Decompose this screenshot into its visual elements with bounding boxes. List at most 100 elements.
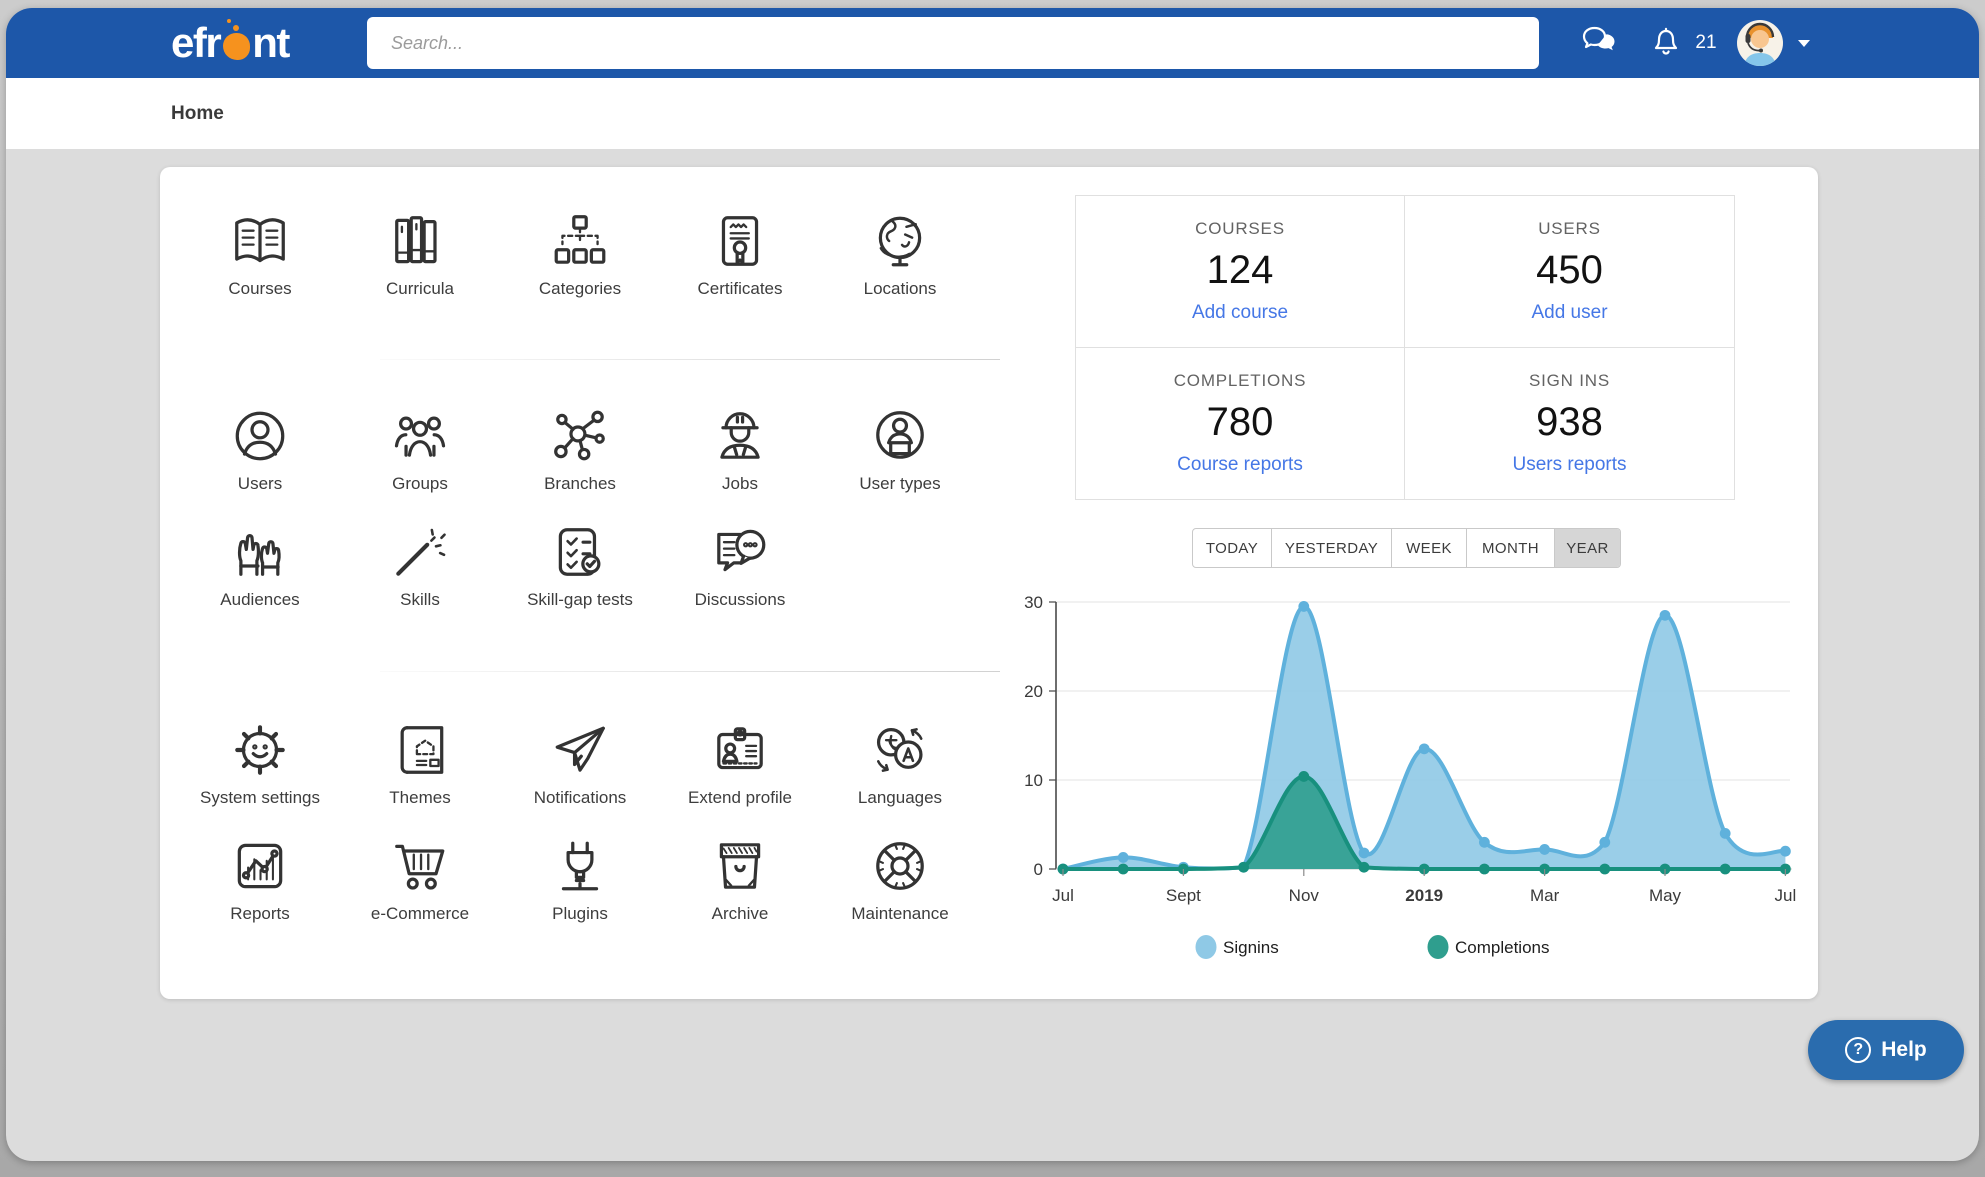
menu-item-e-commerce[interactable]: e-Commerce (340, 835, 500, 924)
messages-button[interactable] (1578, 8, 1622, 78)
menu-item-jobs[interactable]: Jobs (660, 405, 820, 494)
stat-value: 450 (1536, 248, 1603, 293)
menu-item-languages[interactable]: Languages (820, 719, 980, 808)
breadcrumb-bar: Home (6, 78, 1979, 149)
menu-item-curricula[interactable]: Curricula (340, 210, 500, 299)
menu-item-label: Audiences (220, 590, 299, 610)
reports-icon (229, 835, 291, 897)
users-icon (229, 405, 291, 467)
menu-row: Audiences Skills Skill-gap tests Discuss… (180, 521, 990, 610)
menu-item-reports[interactable]: Reports (180, 835, 340, 924)
efront-logo[interactable]: efrnt (171, 8, 289, 78)
menu-item-label: Courses (228, 279, 291, 299)
breadcrumb[interactable]: Home (171, 103, 224, 125)
menu-item-plugins[interactable]: Plugins (500, 835, 660, 924)
stat-card-courses: COURSES 124 Add course (1076, 196, 1405, 348)
menu-item-locations[interactable]: Locations (820, 210, 980, 299)
stat-link[interactable]: Add course (1192, 302, 1288, 324)
chat-bubbles-icon (1580, 24, 1620, 63)
menu-item-label: Branches (544, 474, 616, 494)
menu-item-system-settings[interactable]: System settings (180, 719, 340, 808)
y-axis-label: 30 (1024, 593, 1043, 612)
menu-item-audiences[interactable]: Audiences (180, 521, 340, 610)
x-axis-label: Jul (1052, 886, 1074, 905)
menu-section-divider (380, 671, 1000, 672)
languages-icon (869, 719, 931, 781)
completions-point (1298, 771, 1309, 782)
menu-item-skills[interactable]: Skills (340, 521, 500, 610)
signins-point (1780, 846, 1791, 857)
courses-icon (229, 210, 291, 272)
avatar-dropdown-caret[interactable] (1794, 8, 1814, 78)
stat-link[interactable]: Course reports (1177, 454, 1303, 476)
help-label: Help (1881, 1038, 1927, 1062)
menu-item-label: Maintenance (851, 904, 948, 924)
help-button[interactable]: ? Help (1808, 1020, 1964, 1080)
logo-text-pre: efr (171, 19, 220, 67)
menu-item-label: System settings (200, 788, 320, 808)
menu-item-users[interactable]: Users (180, 405, 340, 494)
x-axis-label: May (1649, 886, 1682, 905)
maintenance-icon (869, 835, 931, 897)
signins-point (1359, 848, 1370, 859)
signins-point (1479, 837, 1490, 848)
menu-item-label: Languages (858, 788, 942, 808)
skill-gap-tests-icon (549, 521, 611, 583)
signins-point (1599, 837, 1610, 848)
notification-count[interactable]: 21 (1686, 8, 1726, 78)
legend-label-completions: Completions (1455, 938, 1550, 957)
completions-point (1238, 862, 1249, 873)
menu-item-label: Themes (389, 788, 450, 808)
stat-label: SIGN INS (1529, 371, 1610, 391)
chevron-down-icon (1798, 40, 1810, 47)
menu-item-notifications[interactable]: Notifications (500, 719, 660, 808)
menu-item-categories[interactable]: Categories (500, 210, 660, 299)
signins-point (1660, 610, 1671, 621)
search-input[interactable] (367, 17, 1539, 69)
menu-item-archive[interactable]: Archive (660, 835, 820, 924)
completions-point (1479, 864, 1490, 875)
menu-item-themes[interactable]: Themes (340, 719, 500, 808)
menu-item-extend-profile[interactable]: Extend profile (660, 719, 820, 808)
completions-point (1720, 864, 1731, 875)
menu-item-label: Archive (712, 904, 769, 924)
y-axis-label: 20 (1024, 682, 1043, 701)
menu-item-courses[interactable]: Courses (180, 210, 340, 299)
tab-week[interactable]: WEEK (1391, 529, 1466, 567)
menu-item-label: Plugins (552, 904, 608, 924)
menu-item-maintenance[interactable]: Maintenance (820, 835, 980, 924)
stat-value: 938 (1536, 400, 1603, 445)
user-avatar[interactable] (1736, 8, 1784, 78)
menu-item-user-types[interactable]: User types (820, 405, 980, 494)
menu-item-label: Users (238, 474, 282, 494)
main-content: Courses Curricula Categories Certificate… (6, 149, 1979, 1161)
signins-point (1539, 844, 1550, 855)
tab-month[interactable]: MONTH (1466, 529, 1554, 567)
stat-link[interactable]: Add user (1531, 302, 1607, 324)
bell-icon (1651, 24, 1681, 63)
menu-item-label: e-Commerce (371, 904, 469, 924)
stat-link[interactable]: Users reports (1512, 454, 1626, 476)
menu-item-label: Groups (392, 474, 448, 494)
user-types-icon (869, 405, 931, 467)
menu-item-label: Curricula (386, 279, 454, 299)
signins-point (1118, 852, 1129, 863)
logo-text-post: nt (252, 19, 289, 67)
dashboard-card: Courses Curricula Categories Certificate… (160, 167, 1818, 999)
tab-year[interactable]: YEAR (1554, 529, 1620, 567)
menu-item-label: Discussions (695, 590, 786, 610)
notifications-button[interactable] (1648, 8, 1684, 78)
groups-icon (389, 405, 451, 467)
completions-point (1118, 864, 1129, 875)
tab-yesterday[interactable]: YESTERDAY (1271, 529, 1391, 567)
skills-icon (389, 521, 451, 583)
time-range-tabs: TODAY YESTERDAY WEEK MONTH YEAR (1192, 528, 1621, 568)
menu-item-skill-gap-tests[interactable]: Skill-gap tests (500, 521, 660, 610)
menu-item-certificates[interactable]: Certificates (660, 210, 820, 299)
signins-point (1419, 743, 1430, 754)
menu-item-groups[interactable]: Groups (340, 405, 500, 494)
tab-today[interactable]: TODAY (1193, 529, 1271, 567)
menu-item-branches[interactable]: Branches (500, 405, 660, 494)
menu-item-discussions[interactable]: Discussions (660, 521, 820, 610)
branches-icon (549, 405, 611, 467)
